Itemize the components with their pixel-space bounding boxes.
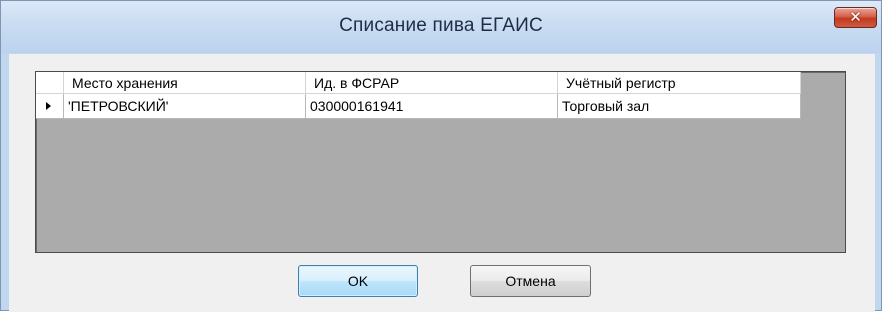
dialog-body: Место хранения Ид. в ФСРАР Учётный регис… — [9, 54, 875, 312]
table-row[interactable]: 'ПЕТРОВСКИЙ' 030000161941 Торговый зал — [36, 94, 801, 119]
grid-header: Место хранения Ид. в ФСРАР Учётный регис… — [36, 72, 801, 94]
dialog-window: Списание пива ЕГАИС ✕ Место хранения Ид.… — [0, 0, 882, 312]
current-row-arrow-icon — [46, 102, 51, 110]
cell-account-register[interactable]: Торговый зал — [558, 94, 801, 119]
ok-button[interactable]: OK — [298, 265, 418, 297]
column-header-fsrar-id[interactable]: Ид. в ФСРАР — [306, 72, 558, 94]
close-icon: ✕ — [849, 8, 862, 26]
column-header-account-register[interactable]: Учётный регистр — [558, 72, 801, 94]
row-header[interactable] — [36, 94, 64, 119]
column-header-storage-place[interactable]: Место хранения — [64, 72, 306, 94]
grid-corner-cell — [36, 72, 64, 94]
close-button[interactable]: ✕ — [834, 7, 877, 28]
title-bar[interactable]: Списание пива ЕГАИС ✕ — [1, 1, 881, 53]
cell-fsrar-id[interactable]: 030000161941 — [306, 94, 558, 119]
cancel-button[interactable]: Отмена — [470, 265, 591, 297]
window-title: Списание пива ЕГАИС — [339, 15, 543, 36]
cell-storage-place[interactable]: 'ПЕТРОВСКИЙ' — [64, 94, 306, 119]
data-grid[interactable]: Место хранения Ид. в ФСРАР Учётный регис… — [35, 71, 846, 253]
